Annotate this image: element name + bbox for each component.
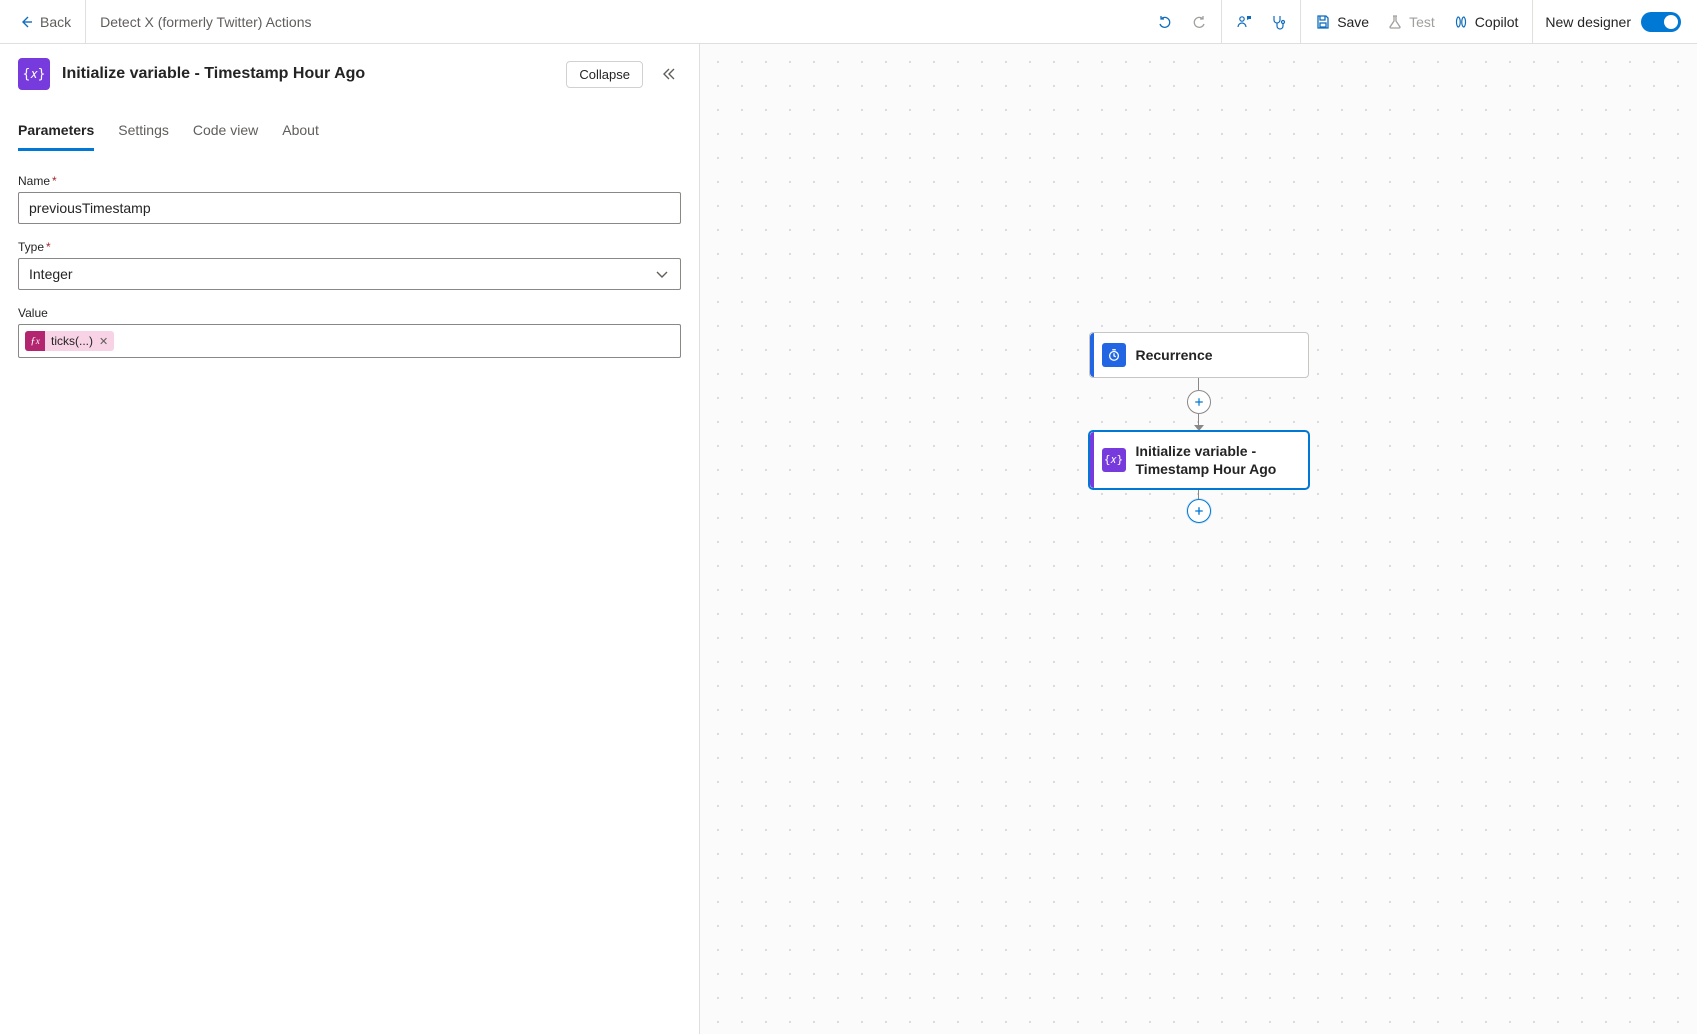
copilot-label: Copilot [1475,14,1519,30]
collapse-chevrons-button[interactable] [655,60,683,88]
value-input[interactable]: ƒx ticks(...) ✕ [18,324,681,358]
redo-icon [1191,14,1207,30]
action-config-panel: {𝑥} Initialize variable - Timestamp Hour… [0,44,700,1034]
tab-settings[interactable]: Settings [118,116,169,151]
designer-canvas[interactable]: Recurrence {𝑥} Initialize variable - Tim… [700,44,1697,1034]
back-label: Back [40,14,71,30]
panel-tabs: Parameters Settings Code view About [0,98,699,152]
parameters-body: Name* Type* Integer Value [0,152,699,396]
variable-icon: {𝑥} [1102,448,1126,472]
main-area: {𝑥} Initialize variable - Timestamp Hour… [0,44,1697,1034]
panel-title: Initialize variable - Timestamp Hour Ago [62,65,554,83]
new-designer-toggle-group: New designer [1532,0,1697,43]
name-label: Name* [18,174,681,188]
variable-icon: {𝑥} [18,58,50,90]
node-recurrence[interactable]: Recurrence [1089,332,1309,378]
insert-step-button[interactable] [1187,390,1211,414]
save-button[interactable]: Save [1307,8,1377,36]
back-button[interactable]: Back [0,0,86,43]
type-value: Integer [29,266,73,282]
node-recurrence-title: Recurrence [1136,346,1213,364]
name-label-text: Name [18,174,50,188]
person-feedback-icon [1236,14,1252,30]
name-input[interactable] [18,192,681,224]
collapse-button[interactable]: Collapse [566,61,643,88]
arrow-left-icon [18,14,34,30]
copilot-button[interactable]: Copilot [1445,8,1527,36]
feedback-button[interactable] [1228,8,1260,36]
add-step-button[interactable] [1187,499,1211,523]
clock-icon [1102,343,1126,367]
new-designer-label: New designer [1545,14,1631,30]
undo-button[interactable] [1149,8,1181,36]
node-initvar-title: Initialize variable - Timestamp Hour Ago [1136,442,1296,478]
type-label-text: Type [18,240,44,254]
flask-icon [1387,14,1403,30]
value-label: Value [18,306,681,320]
chevrons-left-icon [661,66,677,82]
expression-token[interactable]: ƒx ticks(...) ✕ [25,331,114,351]
token-remove-button[interactable]: ✕ [97,335,114,348]
toolbar: Save Test Copilot New desig [1143,0,1697,43]
type-label: Type* [18,240,681,254]
panel-header: {𝑥} Initialize variable - Timestamp Hour… [0,44,699,98]
test-label: Test [1409,14,1435,30]
chevron-down-icon [654,266,670,282]
save-icon [1315,14,1331,30]
flow-title: Detect X (formerly Twitter) Actions [86,0,325,43]
tab-code-view[interactable]: Code view [193,116,258,151]
flow-title-text: Detect X (formerly Twitter) Actions [100,14,311,30]
test-button[interactable]: Test [1379,8,1443,36]
redo-button[interactable] [1183,8,1215,36]
new-designer-toggle[interactable] [1641,12,1681,32]
required-indicator: * [52,174,57,188]
connector-1 [1187,378,1211,431]
field-type: Type* Integer [18,240,681,290]
fx-icon: ƒx [25,331,45,351]
top-command-bar: Back Detect X (formerly Twitter) Actions [0,0,1697,44]
connector-end [1187,489,1211,523]
stethoscope-icon [1270,14,1286,30]
field-name: Name* [18,174,681,224]
save-label: Save [1337,14,1369,30]
token-label: ticks(...) [45,334,97,348]
tab-about[interactable]: About [282,116,319,151]
flow-checker-button[interactable] [1262,8,1294,36]
undo-icon [1157,14,1173,30]
type-select[interactable]: Integer [18,258,681,290]
copilot-icon [1453,14,1469,30]
node-initialize-variable[interactable]: {𝑥} Initialize variable - Timestamp Hour… [1089,431,1309,489]
field-value: Value ƒx ticks(...) ✕ [18,306,681,358]
flow-column: Recurrence {𝑥} Initialize variable - Tim… [1089,332,1309,523]
required-indicator: * [46,240,51,254]
tab-parameters[interactable]: Parameters [18,116,94,151]
